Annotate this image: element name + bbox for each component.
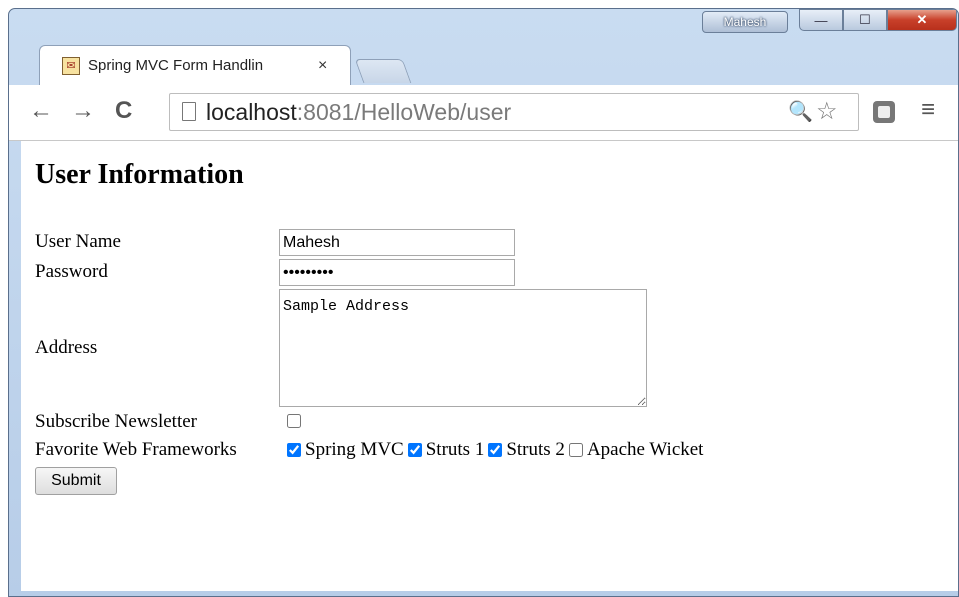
framework-option: Apache Wicket: [565, 439, 704, 461]
framework-option: Spring MVC: [283, 439, 404, 461]
minimize-button[interactable]: —: [799, 9, 843, 31]
frameworks-label: Favorite Web Frameworks: [35, 439, 237, 460]
url-path: :8081/HelloWeb/user: [296, 99, 512, 125]
zoom-icon[interactable]: 🔍: [788, 99, 813, 124]
framework-checkbox-apache-wicket[interactable]: [568, 443, 583, 457]
close-tab-icon[interactable]: ×: [318, 57, 327, 75]
username-input[interactable]: [279, 229, 515, 256]
framework-label: Struts 1: [425, 439, 485, 460]
framework-checkbox-struts-1[interactable]: [407, 443, 422, 457]
frameworks-options: Spring MVC Struts 1 Struts 2 Apache Wick…: [283, 439, 703, 461]
password-label: Password: [35, 261, 108, 282]
password-input[interactable]: [279, 259, 515, 286]
url-text: localhost:8081/HelloWeb/user: [206, 98, 511, 126]
framework-label: Struts 2: [506, 439, 565, 460]
username-label: User Name: [35, 231, 121, 252]
favicon-icon: ✉: [62, 56, 80, 75]
caption-buttons: — ☐ ✕: [799, 9, 957, 31]
window-frame-bottom: [9, 591, 958, 596]
bookmark-star-icon[interactable]: ☆: [816, 97, 838, 126]
menu-icon[interactable]: ≡: [921, 96, 935, 124]
address-label: Address: [35, 337, 98, 358]
browser-toolbar: ← → C localhost:8081/HelloWeb/user 🔍 ☆ ≡: [9, 85, 958, 141]
reload-icon[interactable]: C: [115, 97, 132, 125]
submit-button[interactable]: Submit: [35, 467, 117, 495]
address-textarea[interactable]: Sample Address: [279, 289, 647, 407]
page-content: User Information User Name Password Addr…: [21, 141, 958, 596]
new-tab-button[interactable]: [354, 59, 412, 83]
framework-checkbox-struts-2[interactable]: [488, 443, 503, 457]
close-window-button[interactable]: ✕: [887, 9, 957, 31]
tab-title: Spring MVC Form Handlin: [88, 57, 264, 74]
framework-label: Apache Wicket: [586, 439, 704, 460]
url-host: localhost: [206, 99, 297, 125]
maximize-button[interactable]: ☐: [843, 9, 887, 31]
framework-option: Struts 2: [484, 439, 565, 461]
framework-option: Struts 1: [404, 439, 485, 461]
forward-arrow-icon[interactable]: →: [71, 97, 95, 125]
newsletter-label: Subscribe Newsletter: [35, 411, 197, 432]
user-profile-badge[interactable]: Mahesh: [702, 11, 788, 33]
browser-window: Mahesh — ☐ ✕ ✉ Spring MVC Form Handlin ×…: [8, 8, 959, 597]
framework-checkbox-spring-mvc[interactable]: [287, 443, 301, 457]
page-title: User Information: [35, 159, 244, 190]
page-icon: [182, 102, 196, 121]
framework-label: Spring MVC: [305, 439, 404, 460]
newsletter-checkbox[interactable]: [287, 414, 301, 428]
extension-icon[interactable]: [873, 101, 895, 123]
browser-tab[interactable]: ✉ Spring MVC Form Handlin ×: [39, 45, 351, 85]
address-bar[interactable]: localhost:8081/HelloWeb/user 🔍 ☆: [169, 93, 859, 131]
back-arrow-icon[interactable]: ←: [29, 97, 53, 125]
